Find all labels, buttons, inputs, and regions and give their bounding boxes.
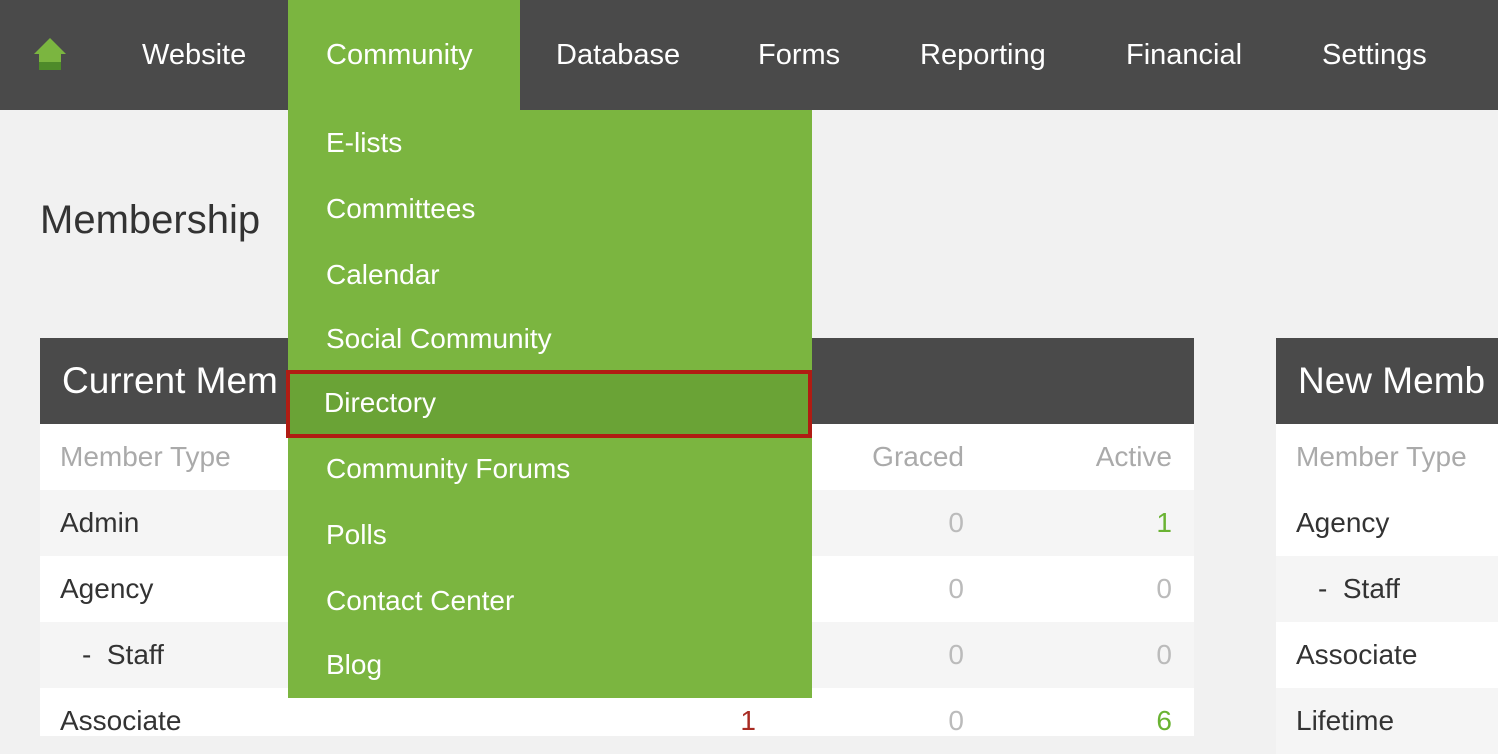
home-icon[interactable] <box>32 36 68 72</box>
graced-count: 0 <box>948 639 964 670</box>
member-type: Admin <box>60 507 140 538</box>
member-type: - Staff <box>1318 573 1400 604</box>
member-type: Associate <box>1296 639 1418 670</box>
table-row[interactable]: Agency <box>1276 490 1498 556</box>
member-type: - Staff <box>82 639 164 670</box>
menu-item-blog[interactable]: Blog <box>288 632 812 698</box>
graced-count: 0 <box>948 705 964 736</box>
active-count: 0 <box>1156 573 1172 604</box>
nav-community[interactable]: Community <box>288 0 520 110</box>
menu-item-calendar[interactable]: Calendar <box>288 242 812 308</box>
graced-count: 0 <box>948 507 964 538</box>
new-members-panel: New Memb Member Type Agency - Staff Asso… <box>1276 338 1498 754</box>
nav-settings[interactable]: Settings <box>1322 0 1427 110</box>
graced-count: 0 <box>948 573 964 604</box>
nav-forms[interactable]: Forms <box>758 0 840 110</box>
nav-database[interactable]: Database <box>556 0 680 110</box>
col-graced: Graced <box>872 441 964 472</box>
menu-item-polls[interactable]: Polls <box>288 502 812 568</box>
menu-item-contact-center[interactable]: Contact Center <box>288 568 812 634</box>
member-type: Lifetime <box>1296 705 1395 736</box>
col-member-type: Member Type <box>1296 441 1467 472</box>
menu-item-social-community[interactable]: Social Community <box>288 306 812 372</box>
member-type: Agency <box>1296 507 1390 538</box>
panel-title: New Memb <box>1276 338 1498 424</box>
member-type: Associate <box>60 705 182 736</box>
menu-item-directory[interactable]: Directory <box>286 370 812 438</box>
top-nav: Website Community Database Forms Reporti… <box>0 0 1498 110</box>
table-row[interactable]: Lifetime <box>1276 688 1498 754</box>
menu-item-committees[interactable]: Committees <box>288 176 812 242</box>
menu-item-elists[interactable]: E-lists <box>288 110 812 176</box>
page-title: Membership <box>40 198 261 242</box>
table-row[interactable]: - Staff <box>1276 556 1498 622</box>
community-dropdown-menu: E-lists Committees Calendar Social Commu… <box>286 110 812 698</box>
active-count: 1 <box>1156 507 1172 538</box>
active-count: 0 <box>1156 639 1172 670</box>
active-count: 6 <box>1156 705 1172 736</box>
nav-website[interactable]: Website <box>142 0 246 110</box>
menu-item-community-forums[interactable]: Community Forums <box>288 436 812 502</box>
col-active: Active <box>1095 441 1172 472</box>
member-type: Agency <box>60 573 154 604</box>
table-row[interactable]: Associate <box>1276 622 1498 688</box>
col-member-type: Member Type <box>60 441 231 472</box>
nav-reporting[interactable]: Reporting <box>920 0 1046 110</box>
nav-financial[interactable]: Financial <box>1126 0 1242 110</box>
